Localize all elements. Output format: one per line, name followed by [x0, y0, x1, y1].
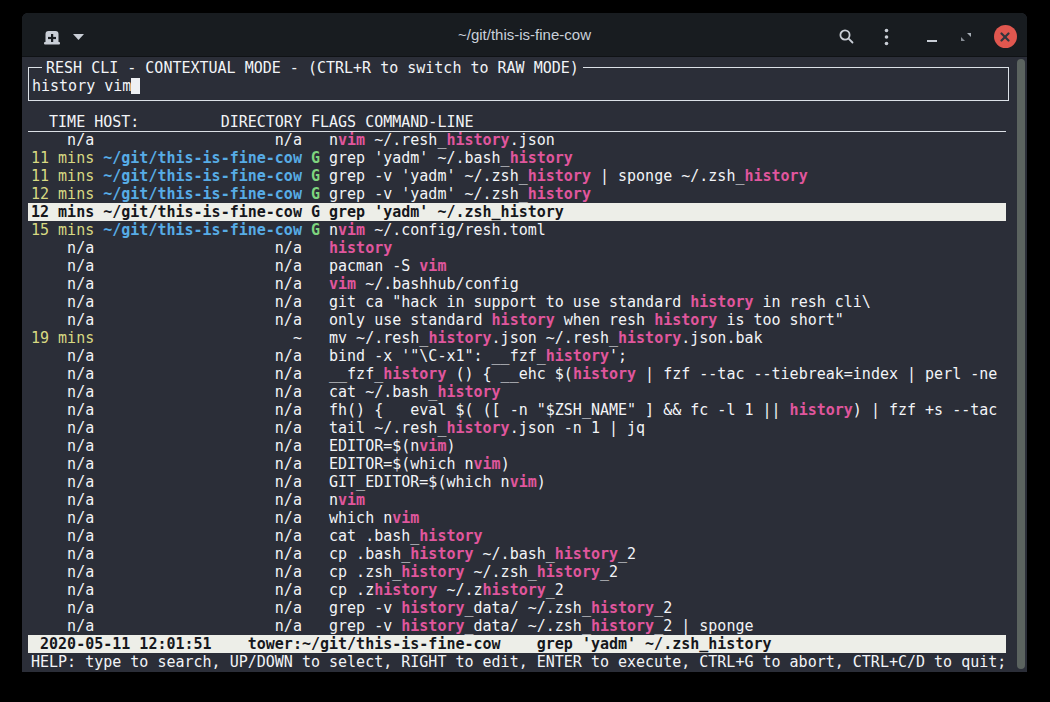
- history-row[interactable]: n/a n/a cp .bash_history ~/.bash_history…: [31, 545, 636, 563]
- history-row[interactable]: n/a n/a only use standard history when r…: [31, 311, 844, 329]
- history-row[interactable]: 11 mins ~/git/this-is-fine-cow G grep 'y…: [31, 149, 573, 167]
- terminal-window: ~/git/this-is-fine-cow: [22, 13, 1027, 672]
- history-row[interactable]: n/a n/a cat .bash_history: [31, 527, 483, 545]
- search-icon: [838, 28, 855, 45]
- history-row[interactable]: n/a n/a nvim: [31, 491, 365, 509]
- history-row[interactable]: 19 mins ~ mv ~/.resh_history.json ~/.res…: [31, 329, 763, 347]
- history-row[interactable]: n/a n/a EDITOR=$(nvim): [31, 437, 455, 455]
- history-row[interactable]: n/a n/a cat ~/.bash_history: [31, 383, 501, 401]
- chevron-down-icon: [73, 34, 84, 40]
- window-title: ~/git/this-is-fine-cow: [222, 13, 827, 56]
- history-row[interactable]: 12 mins ~/git/this-is-fine-cow G grep 'y…: [31, 203, 564, 221]
- history-row[interactable]: n/a n/a grep -v history_data/ ~/.zsh_his…: [31, 599, 672, 617]
- history-row[interactable]: n/a n/a nvim ~/.resh_history.json: [31, 131, 555, 149]
- new-tab-icon: [43, 29, 61, 45]
- text-cursor: [131, 78, 140, 94]
- resh-box-title: RESH CLI - CONTEXTUAL MODE - (CTRL+R to …: [42, 59, 583, 77]
- menu-button[interactable]: [876, 15, 896, 58]
- restore-icon: [960, 31, 972, 43]
- history-row[interactable]: 15 mins ~/git/this-is-fine-cow G nvim ~/…: [31, 221, 546, 239]
- new-tab-button[interactable]: [40, 15, 64, 58]
- history-row[interactable]: n/a n/a tail ~/.resh_history.json -n 1 |…: [31, 419, 645, 437]
- history-row[interactable]: n/a n/a EDITOR=$(which nvim): [31, 455, 510, 473]
- history-row[interactable]: n/a n/a bind -x '"\C-x1": __fzf_history'…: [31, 347, 627, 365]
- history-row[interactable]: n/a n/a cp .zsh_history ~/.zsh_history_2: [31, 563, 618, 581]
- terminal-content: RESH CLI - CONTEXTUAL MODE - (CTRL+R to …: [22, 57, 1027, 672]
- resh-search-box: RESH CLI - CONTEXTUAL MODE - (CTRL+R to …: [28, 67, 1009, 101]
- titlebar: ~/git/this-is-fine-cow: [22, 13, 1027, 57]
- minimize-icon: [926, 30, 938, 44]
- history-row[interactable]: n/a n/a grep -v history_data/ ~/.zsh_his…: [31, 617, 754, 635]
- history-row[interactable]: n/a n/a git ca "hack in support to use s…: [31, 293, 871, 311]
- search-button[interactable]: [834, 15, 858, 58]
- minimize-button[interactable]: [922, 15, 942, 58]
- help-line: HELP: type to search, UP/DOWN to select,…: [31, 653, 1006, 671]
- history-row[interactable]: n/a n/a history: [31, 239, 392, 257]
- history-row[interactable]: 11 mins ~/git/this-is-fine-cow G grep -v…: [31, 167, 808, 185]
- scrollbar[interactable]: [1017, 59, 1025, 669]
- close-icon: [1000, 32, 1010, 42]
- restore-button[interactable]: [956, 15, 976, 58]
- history-row[interactable]: n/a n/a vim ~/.bashhub/config: [31, 275, 519, 293]
- kebab-menu-icon: [884, 28, 889, 46]
- history-row[interactable]: n/a n/a cp .zhistory ~/.zhistory_2: [31, 581, 564, 599]
- history-row[interactable]: n/a n/a which nvim: [31, 509, 419, 527]
- search-query-input[interactable]: history vim: [32, 77, 140, 95]
- history-row[interactable]: n/a n/a fh() { eval $( ([ -n "$ZSH_NAME"…: [31, 401, 997, 419]
- status-bar: 2020-05-11 12:01:51 tower:~/git/this-is-…: [31, 635, 772, 653]
- history-row[interactable]: n/a n/a pacman -S vim: [31, 257, 446, 275]
- history-row[interactable]: n/a n/a __fzf_history () { __ehc $(histo…: [31, 365, 997, 383]
- history-row[interactable]: 12 mins ~/git/this-is-fine-cow G grep -v…: [31, 185, 591, 203]
- history-row[interactable]: n/a n/a GIT_EDITOR=$(which nvim): [31, 473, 546, 491]
- close-button[interactable]: [992, 15, 1018, 58]
- table-header: TIME HOST: DIRECTORY FLAGS COMMAND-LINE: [31, 113, 474, 131]
- tab-dropdown-button[interactable]: [68, 15, 88, 58]
